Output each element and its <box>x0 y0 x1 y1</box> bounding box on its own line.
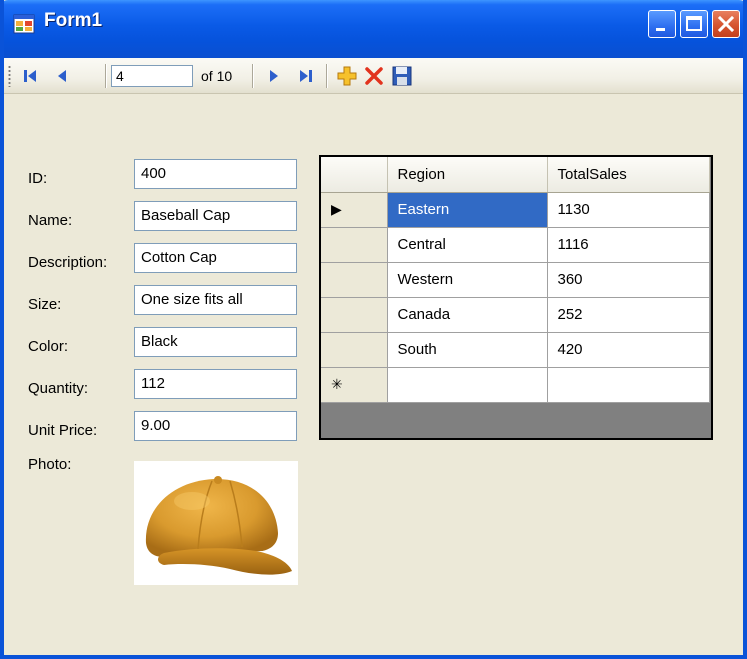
move-first-icon[interactable] <box>18 64 42 88</box>
size-field[interactable]: One size fits all <box>134 285 297 315</box>
unit-price-field[interactable]: 9.00 <box>134 411 297 441</box>
region-column-header[interactable]: Region <box>387 157 548 193</box>
totalsales-cell[interactable]: 1130 <box>547 192 710 228</box>
region-cell[interactable]: Eastern <box>387 192 548 228</box>
move-last-icon[interactable] <box>294 64 318 88</box>
delete-icon[interactable] <box>362 64 386 88</box>
window-title: Form1 <box>44 10 103 31</box>
unit-price-label: Unit Price: <box>28 422 98 439</box>
minimize-icon <box>656 28 665 31</box>
form1-window: Form1 4 of 10 ID: 400 Name: Baseball Cap… <box>0 0 747 659</box>
photo-label: Photo: <box>28 456 72 473</box>
sales-datagrid[interactable]: Region TotalSales ▶ Eastern 1130 Central… <box>319 155 713 440</box>
baseball-cap-photo <box>145 476 292 575</box>
description-label: Description: <box>28 254 108 271</box>
title-bar[interactable]: Form1 <box>4 0 743 58</box>
size-label: Size: <box>28 296 62 313</box>
row-header[interactable] <box>321 332 388 368</box>
name-field[interactable]: Baseball Cap <box>134 201 297 231</box>
grid-row[interactable]: ▶ Eastern 1130 <box>321 192 710 228</box>
id-label: ID: <box>28 170 48 187</box>
save-icon[interactable] <box>390 64 414 88</box>
row-header[interactable] <box>321 262 388 298</box>
new-region-cell[interactable] <box>387 367 548 403</box>
binding-navigator: 4 of 10 <box>4 58 743 94</box>
toolbar-separator <box>326 64 328 88</box>
minimize-button[interactable] <box>648 10 676 38</box>
totalsales-column-header[interactable]: TotalSales <box>547 157 710 193</box>
name-label: Name: <box>28 212 73 229</box>
toolbar-separator <box>252 64 254 88</box>
toolbar-separator <box>105 64 107 88</box>
quantity-label: Quantity: <box>28 380 89 397</box>
description-field[interactable]: Cotton Cap <box>134 243 297 273</box>
grid-new-row[interactable]: ✳ <box>321 367 710 403</box>
record-count-label: of 10 <box>201 68 233 84</box>
totalsales-cell[interactable]: 420 <box>547 332 710 368</box>
totalsales-cell[interactable]: 1116 <box>547 227 710 263</box>
region-cell[interactable]: Western <box>387 262 548 298</box>
grid-row[interactable]: Western 360 <box>321 262 710 298</box>
maximize-button[interactable] <box>680 10 708 38</box>
new-row-indicator[interactable]: ✳ <box>321 367 388 403</box>
grid-row[interactable]: Canada 252 <box>321 297 710 333</box>
totalsales-cell[interactable]: 252 <box>547 297 710 333</box>
move-next-icon[interactable] <box>262 64 286 88</box>
current-row-indicator[interactable]: ▶ <box>321 192 388 228</box>
move-previous-icon[interactable] <box>50 64 74 88</box>
color-field[interactable]: Black <box>134 327 297 357</box>
region-cell[interactable]: South <box>387 332 548 368</box>
grid-row[interactable]: South 420 <box>321 332 710 368</box>
toolbar-grip[interactable] <box>8 65 11 87</box>
new-totalsales-cell[interactable] <box>547 367 710 403</box>
add-new-icon[interactable] <box>335 64 359 88</box>
row-header[interactable] <box>321 227 388 263</box>
form-app-icon <box>13 14 35 34</box>
grid-row[interactable]: Central 1116 <box>321 227 710 263</box>
totalsales-cell[interactable]: 360 <box>547 262 710 298</box>
grid-corner-header[interactable] <box>321 157 388 193</box>
close-icon <box>717 15 735 33</box>
position-input[interactable]: 4 <box>111 65 193 87</box>
row-header[interactable] <box>321 297 388 333</box>
quantity-field[interactable]: 112 <box>134 369 297 399</box>
region-cell[interactable]: Canada <box>387 297 548 333</box>
close-button[interactable] <box>712 10 740 38</box>
color-label: Color: <box>28 338 69 355</box>
photo-picture-box[interactable] <box>134 461 298 585</box>
region-cell[interactable]: Central <box>387 227 548 263</box>
id-field[interactable]: 400 <box>134 159 297 189</box>
maximize-icon <box>686 16 702 31</box>
